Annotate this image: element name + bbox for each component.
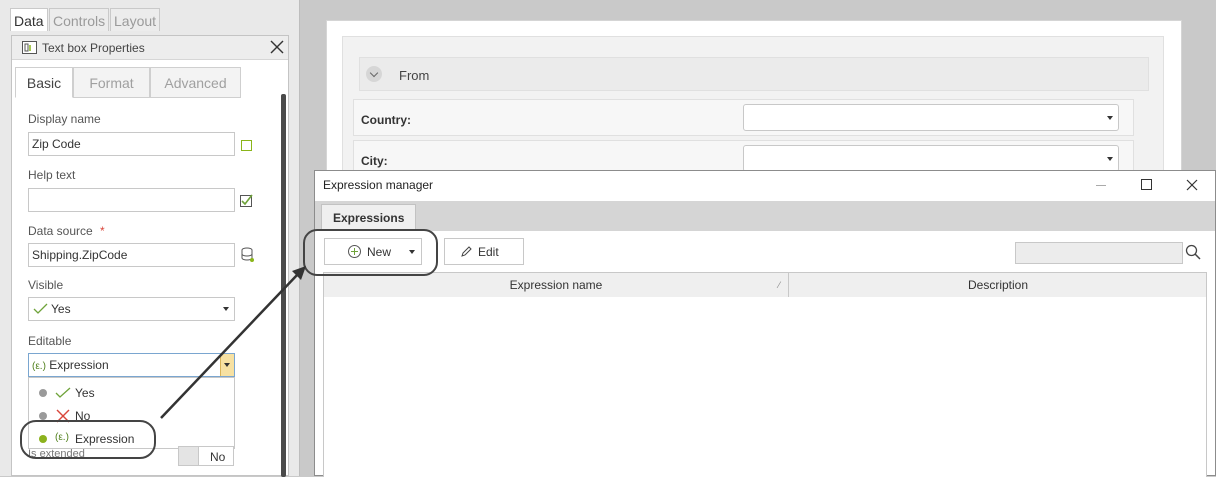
tab-data[interactable]: Data (10, 8, 48, 31)
properties-header: Text box Properties (12, 36, 288, 60)
option-label: No (75, 409, 91, 423)
help-text-label: Help text (28, 168, 76, 182)
toggle-value: No (210, 450, 226, 464)
visible-value: Yes (51, 302, 71, 316)
radio-dot (39, 435, 47, 443)
section-title: From (399, 68, 430, 83)
chevron-down-icon (224, 363, 230, 367)
expression-icon: (ε.) (32, 361, 46, 372)
textbox-icon (22, 41, 37, 54)
chevron-down-icon (369, 68, 379, 78)
edit-button[interactable]: Edit (444, 238, 524, 265)
expression-manager-window: Expression manager Expressions New Edit (314, 170, 1216, 477)
maximize-icon (1141, 179, 1152, 190)
tab-basic[interactable]: Basic (15, 67, 73, 98)
from-section-header[interactable]: From (359, 57, 1149, 91)
toolbar: New Edit (315, 231, 1215, 271)
new-button[interactable]: New (324, 238, 422, 265)
editable-label: Editable (28, 334, 72, 348)
is-extended-label: Is extended (28, 448, 85, 460)
tab-controls[interactable]: Controls (49, 8, 110, 31)
column-header-description[interactable]: Description (790, 273, 1206, 297)
option-label: Expression (75, 432, 135, 446)
option-label: Yes (75, 386, 95, 400)
display-name-label: Display name (28, 112, 101, 126)
chevron-down-icon (1107, 116, 1113, 120)
data-source-label-text: Data source (28, 224, 93, 238)
chevron-down-icon (409, 250, 415, 254)
chevron-down-icon (223, 307, 229, 311)
edit-label: Edit (478, 245, 499, 259)
city-label: City: (361, 154, 388, 168)
is-extended-toggle[interactable]: No (178, 446, 234, 466)
x-icon (56, 409, 70, 423)
help-text-field[interactable] (28, 188, 235, 212)
minimize-icon (1096, 185, 1106, 186)
close-icon[interactable] (269, 39, 285, 55)
data-source-field[interactable]: Shipping.ZipCode (28, 243, 235, 267)
visible-label: Visible (28, 278, 64, 292)
tab-strip: Expressions (315, 201, 1215, 232)
plus-icon (348, 245, 361, 258)
tab-layout[interactable]: Layout (110, 8, 161, 31)
column-header-expression-name[interactable]: Expression name ⁄ (324, 273, 789, 297)
left-panel: Data Controls Layout Text box Properties… (0, 0, 300, 477)
maximize-button[interactable] (1127, 171, 1167, 199)
window-title: Expression manager (323, 178, 434, 192)
check-icon (33, 303, 48, 314)
close-icon (1186, 179, 1198, 191)
dropdown-option-no[interactable]: No (29, 405, 234, 427)
new-label: New (367, 245, 392, 259)
collapse-icon[interactable] (366, 66, 382, 82)
column-header-label: Expression name (509, 278, 603, 292)
properties-panel: Text box Properties Basic Format Advance… (11, 35, 289, 477)
plus-horizontal (351, 251, 358, 252)
country-label: Country: (361, 113, 411, 127)
scrollbar[interactable] (281, 94, 286, 477)
radio-dot (39, 389, 47, 397)
editable-dropdown-list: Yes No (ε.) Expression (28, 377, 235, 449)
pencil-icon (461, 246, 472, 257)
properties-title: Text box Properties (42, 41, 145, 55)
grid-header: Expression name ⁄ Description (323, 272, 1207, 298)
tab-expressions[interactable]: Expressions (321, 204, 417, 232)
grid-body (323, 297, 1207, 477)
help-text-checkbox[interactable] (240, 194, 254, 208)
editable-select[interactable]: (ε.) Expression (28, 353, 235, 377)
editable-value: Expression (49, 358, 109, 372)
tab-format[interactable]: Format (73, 67, 150, 98)
required-mark: * (100, 224, 105, 238)
search-icon[interactable] (1185, 244, 1201, 260)
chevron-down-icon (1107, 157, 1113, 161)
column-header-label: Description (967, 278, 1029, 292)
tab-advanced[interactable]: Advanced (150, 67, 241, 98)
form-canvas: From Country: City: (326, 20, 1182, 186)
check-icon (55, 387, 71, 398)
form-row-country: Country: (353, 99, 1134, 136)
display-name-field[interactable]: Zip Code (28, 132, 235, 156)
country-select[interactable] (743, 104, 1119, 131)
radio-dot (39, 412, 47, 420)
data-source-label: Data source * (28, 224, 105, 238)
dropdown-toggle[interactable] (220, 354, 234, 376)
dropdown-option-yes[interactable]: Yes (29, 382, 234, 404)
minimize-button[interactable] (1081, 171, 1121, 199)
database-icon[interactable] (241, 247, 255, 263)
display-name-checkbox[interactable] (241, 140, 252, 151)
toggle-knob (179, 447, 199, 465)
sort-icon: ⁄ (778, 280, 780, 290)
expression-icon: (ε.) (55, 432, 69, 443)
visible-select[interactable]: Yes (28, 297, 235, 321)
search-input[interactable] (1015, 242, 1183, 264)
city-select[interactable] (743, 145, 1119, 172)
close-button[interactable] (1172, 171, 1212, 199)
